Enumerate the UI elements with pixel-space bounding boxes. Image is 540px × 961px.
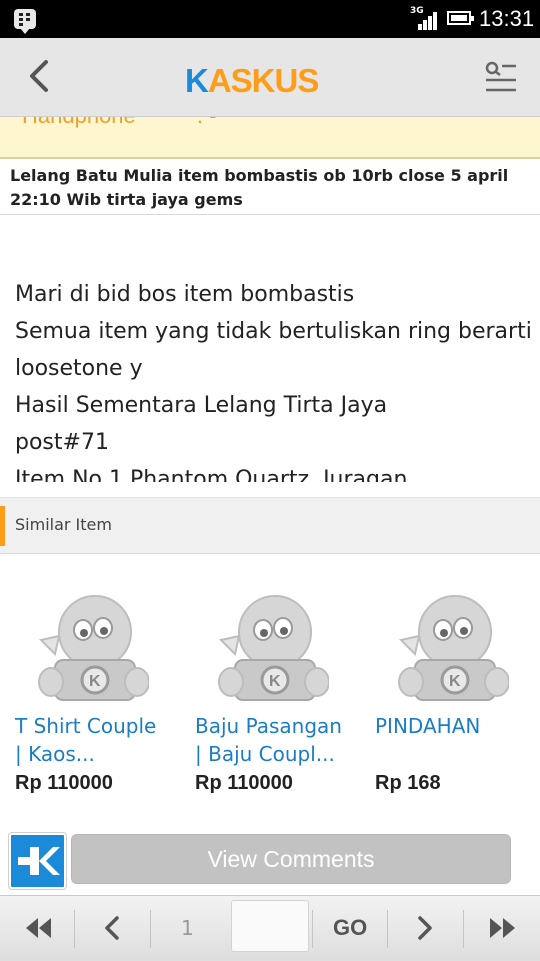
battery-icon — [447, 11, 474, 25]
item-title[interactable]: PINDAHAN — [375, 712, 540, 740]
post-line: Semua item yang tidak bertuliskan ring b… — [15, 319, 532, 344]
similar-item-card[interactable]: K PINDAHAN Rp 168 — [375, 582, 540, 812]
search-list-icon — [485, 61, 516, 92]
placeholder-mascot-icon: K — [218, 595, 329, 701]
svg-text:K: K — [269, 673, 281, 690]
kaskus-logo: KASKUS — [185, 62, 319, 99]
kaskus-home-button[interactable] — [9, 833, 66, 889]
item-title[interactable]: Baju Pasangan | Baju Coupl... — [195, 712, 360, 768]
post-body: Mari di bid bos item bombastis Semua ite… — [0, 216, 540, 482]
item-price: Rp 168 — [375, 772, 441, 794]
status-bar: 3G 13:31 — [0, 0, 540, 38]
svg-text:K: K — [89, 673, 101, 690]
post-line: Mari di bid bos item bombastis — [15, 282, 355, 307]
placeholder-mascot-icon: K — [38, 595, 149, 701]
bbm-icon — [14, 9, 36, 34]
back-button[interactable] — [22, 58, 58, 94]
last-page-icon[interactable] — [488, 914, 518, 942]
post-line: loosetone y — [15, 356, 143, 381]
next-page-icon[interactable] — [410, 914, 440, 942]
prev-page-icon[interactable] — [97, 914, 127, 942]
thread-title-bar: Lelang Batu Mulia item bombastis ob 10rb… — [0, 160, 540, 215]
price-banner: Handphone . - — [0, 117, 540, 159]
app-bar: KASKUS — [0, 38, 540, 117]
divider — [74, 910, 75, 948]
go-button[interactable]: GO — [333, 915, 367, 941]
divider — [463, 910, 464, 948]
item-title[interactable]: T Shirt Couple | Kaos... — [15, 712, 180, 768]
chevron-left-icon — [30, 60, 48, 92]
menu-button[interactable] — [484, 60, 518, 94]
banner-text: Handphone . - — [22, 117, 216, 129]
page-number-input[interactable] — [231, 900, 309, 952]
svg-text:K: K — [449, 673, 461, 690]
pagination-bar: 1 GO — [0, 895, 540, 961]
accent-bar — [0, 506, 5, 546]
similar-item-card[interactable]: K T Shirt Couple | Kaos... Rp 110000 — [15, 582, 185, 812]
post-line: Item No 1 Phantom Quartz, Juragan — [15, 467, 408, 482]
similar-item-heading: Similar Item — [15, 515, 112, 534]
divider — [387, 910, 388, 948]
post-line: Hasil Sementara Lelang Tirta Jaya — [15, 393, 388, 418]
thread-title: Lelang Batu Mulia item bombastis ob 10rb… — [10, 166, 509, 209]
divider — [150, 910, 151, 948]
similar-item-card[interactable]: K Baju Pasangan | Baju Coupl... Rp 11000… — [195, 582, 365, 812]
first-page-icon[interactable] — [23, 914, 53, 942]
similar-item-header: Similar Item — [0, 497, 540, 554]
view-comments-button[interactable]: View Comments — [71, 834, 511, 884]
divider — [312, 910, 313, 948]
signal-icon: 3G — [410, 6, 438, 30]
clock: 13:31 — [479, 6, 535, 31]
post-line: post#71 — [15, 430, 109, 455]
item-price: Rp 110000 — [15, 772, 113, 794]
placeholder-mascot-icon: K — [398, 595, 509, 701]
kaskus-k-icon — [18, 847, 60, 875]
current-page-number: 1 — [181, 916, 194, 940]
item-price: Rp 110000 — [195, 772, 293, 794]
